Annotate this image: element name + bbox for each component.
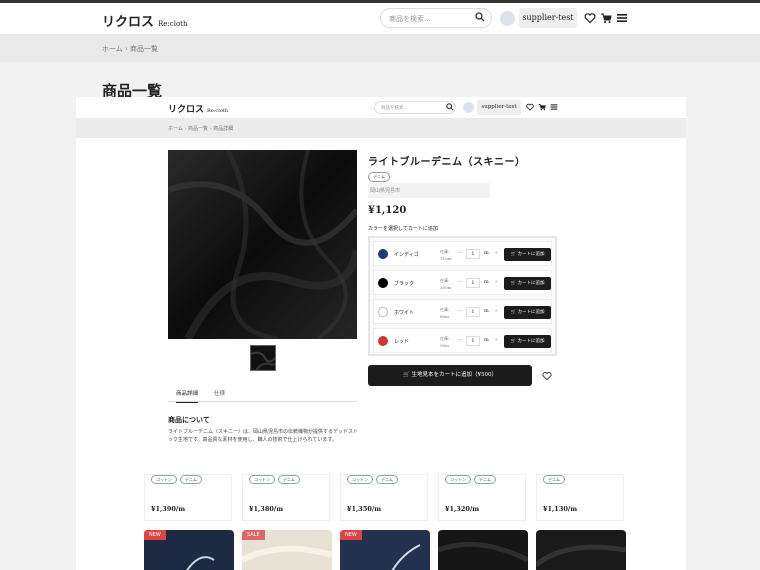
detail-tabs: 商品詳細 仕様 [168,386,357,403]
inner-search-input[interactable]: 商品を検索... [374,101,456,114]
new-badge: NEW [340,530,362,540]
add-to-cart-button[interactable]: 🛒 カートに追加 [504,335,551,348]
tab-specs[interactable]: 仕様 [214,389,225,397]
quantity-stepper[interactable]: −1 m + [458,336,498,346]
description-text: ライトブルーデニム（スキニー）は、岡山県児島市の伝統織物が提供するデッドストック… [168,429,359,443]
favorite-heart-icon[interactable] [542,371,552,381]
add-to-cart-button[interactable]: 🛒 カートに追加 [504,277,551,290]
color-options: インディゴ 在庫: 110m −1 m + 🛒 カートに追加 ブラック 在庫: 200m… [368,236,557,356]
color-swatch [378,336,388,346]
color-swatch [378,249,388,259]
inner-search-icon[interactable] [446,103,454,111]
color-prompt: カラーを選択してカートに追加 [368,226,438,232]
add-to-cart-button[interactable]: 🛒 カートに追加 [504,306,551,319]
product-card[interactable]: デニム ¥1,130/m [536,474,624,521]
inner-menu-icon[interactable] [550,103,558,111]
user-menu-button[interactable]: supplier-test [519,8,577,28]
product-tag[interactable]: デニム [368,172,390,182]
product-card[interactable]: コットン デニム ¥1,390/m [144,474,232,521]
site-header: リクロス Re:cloth 商品を検索... supplier-test [0,3,760,35]
quantity-stepper[interactable]: −1 m + [458,249,498,259]
product-price: ¥1,120 [368,205,407,216]
new-badge: NEW [144,530,166,540]
avatar[interactable] [500,11,515,26]
site-logo[interactable]: リクロス Re:cloth [102,11,187,30]
quantity-stepper[interactable]: −1 m + [458,278,498,288]
inner-header: リクロス Re:cloth 商品を検索... supplier-test [76,97,686,119]
color-row-indigo: インディゴ 在庫: 110m −1 m + 🛒 カートに追加 [373,241,552,266]
inner-avatar[interactable] [463,102,474,113]
product-thumbnail[interactable] [250,345,276,371]
inner-crumb-home[interactable]: ホーム [168,126,183,132]
menu-icon[interactable] [616,12,628,24]
inner-user-button[interactable]: supplier-test [477,100,521,115]
search-input[interactable]: 商品を検索... [380,8,492,28]
product-card[interactable]: コットン デニム ¥1,380/m [242,474,330,521]
inner-cart-icon[interactable] [538,103,546,111]
product-image-card[interactable] [536,530,626,570]
product-detail-frame: リクロス Re:cloth 商品を検索... supplier-test ホーム … [76,97,686,570]
inner-logo[interactable]: リクロス Re:cloth [168,102,228,115]
breadcrumb: ホーム › 商品一覧 [0,35,760,62]
product-image-card[interactable]: NEW [340,530,430,570]
search-icon[interactable] [475,12,485,22]
breadcrumb-home[interactable]: ホーム [102,45,123,53]
cart-icon[interactable] [600,12,612,24]
product-image-card[interactable] [438,530,528,570]
product-main-image[interactable] [168,150,357,339]
color-row-red: レッド 在庫: 50m −1 m + 🛒 カートに追加 [373,328,552,353]
tab-details[interactable]: 商品詳細 [176,389,199,403]
color-swatch [378,278,388,288]
product-origin: 岡山県児島市 [368,183,490,198]
inner-breadcrumb: ホーム › 商品一覧 › 商品詳細 [76,119,686,138]
product-image-card[interactable]: NEW [144,530,234,570]
add-to-cart-button[interactable]: 🛒 カートに追加 [504,248,551,261]
product-card[interactable]: コットン デニム ¥1,350/m [340,474,428,521]
color-swatch [378,307,388,317]
sale-badge: SALE [242,530,265,540]
inner-heart-icon[interactable] [526,103,534,111]
description-heading: 商品について [168,415,210,424]
product-image-card[interactable]: SALE [242,530,332,570]
inner-crumb-current: 商品詳細 [213,126,234,132]
product-card[interactable]: コットン デニム ¥1,320/m [438,474,526,521]
inner-crumb-list[interactable]: 商品一覧 [188,126,208,132]
add-sample-to-cart-button[interactable]: 🛒 生地見本をカートに追加（¥500） [368,365,532,386]
quantity-stepper[interactable]: −1 m + [458,307,498,317]
breadcrumb-current: 商品一覧 [130,45,159,53]
product-name: ライトブルーデニム（スキニー） [368,157,526,168]
color-row-black: ブラック 在庫: 200m −1 m + 🛒 カートに追加 [373,270,552,295]
heart-icon[interactable] [584,12,596,24]
color-row-white: ホワイト 在庫: 80m −1 m + 🛒 カートに追加 [373,299,552,324]
